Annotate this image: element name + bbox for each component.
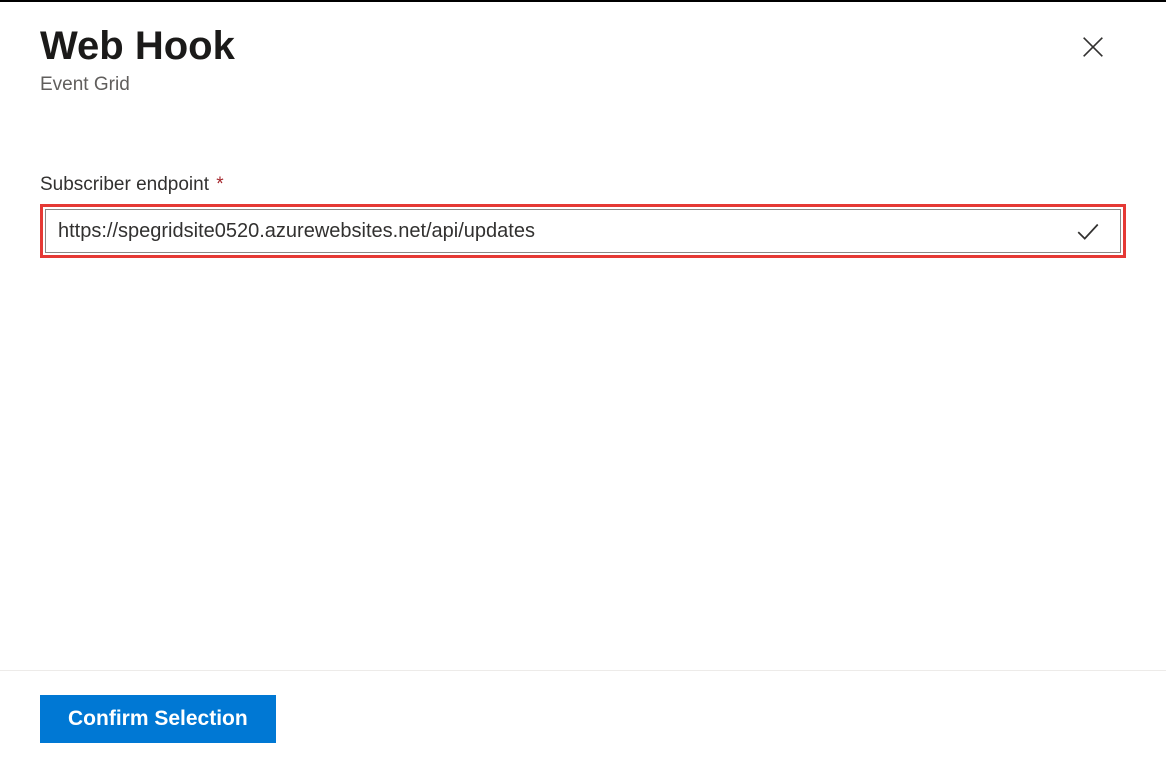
subscriber-endpoint-input[interactable] <box>45 209 1121 253</box>
blade-content: Subscriber endpoint * <box>0 96 1166 258</box>
confirm-selection-button[interactable]: Confirm Selection <box>40 695 276 743</box>
blade-subtitle: Event Grid <box>40 74 1126 96</box>
blade-title: Web Hook <box>40 22 1126 70</box>
blade-footer: Confirm Selection <box>0 670 1166 783</box>
endpoint-label: Subscriber endpoint * <box>40 174 1126 196</box>
close-icon <box>1079 33 1107 64</box>
close-button[interactable] <box>1075 30 1111 66</box>
endpoint-input-highlight <box>40 204 1126 258</box>
blade-header: Web Hook Event Grid <box>0 2 1166 96</box>
checkmark-icon <box>1075 218 1101 244</box>
endpoint-label-text: Subscriber endpoint <box>40 174 209 195</box>
required-asterisk: * <box>216 174 223 195</box>
